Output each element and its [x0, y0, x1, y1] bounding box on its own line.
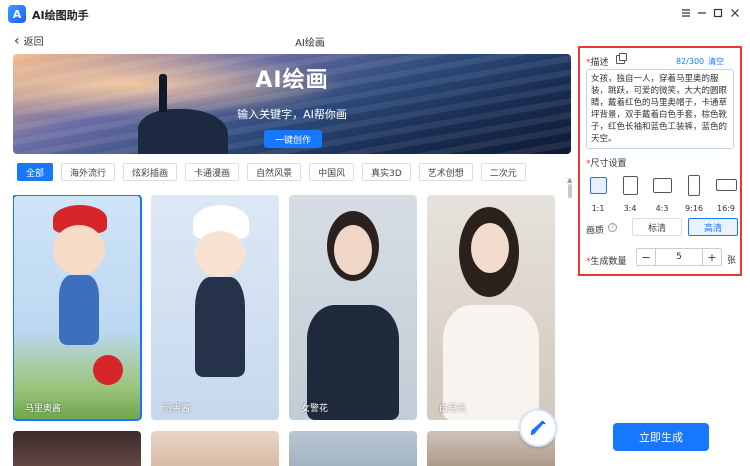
settings-panel: *描述 82/300 清空 女孩，独自一人，穿着马里奥的服装，跳跃，可爱的微笑，…: [578, 46, 742, 276]
size-option-label: 3:4: [623, 204, 637, 213]
app-logo-icon: A: [8, 5, 26, 23]
app-logo-letter: A: [12, 7, 22, 21]
chevron-left-icon: ‹: [14, 32, 20, 49]
ratio-tall-icon: [688, 175, 700, 196]
generate-now-button[interactable]: 立即生成: [613, 423, 709, 451]
ski-suit-shape: [195, 277, 245, 377]
ratio-square-icon: [589, 177, 607, 194]
brush-icon: [531, 420, 546, 435]
tab-colorful-illustration[interactable]: 炫彩插画: [123, 163, 178, 181]
size-option-label: 1:1: [591, 204, 605, 213]
increment-button[interactable]: +: [703, 249, 721, 265]
char-count: 82/300: [676, 57, 705, 66]
face-shape: [53, 225, 105, 275]
quantity-input[interactable]: 5: [655, 249, 703, 265]
paint-brush-floating-button[interactable]: [519, 409, 557, 447]
size-option-3-4[interactable]: 3:4: [616, 173, 644, 213]
category-tabs: 全部 海外流行 炫彩插画 卡通漫画 自然风景 中国风 真实3D 艺术创想 二次元: [17, 163, 526, 183]
gallery-card-7[interactable]: [289, 431, 417, 466]
quantity-stepper: − 5 +: [636, 248, 722, 266]
page-title: AI绘画: [295, 38, 325, 49]
copy-icon[interactable]: [616, 53, 627, 64]
tab-cartoon-comic[interactable]: 卡通漫画: [185, 163, 240, 181]
description-textarea[interactable]: 女孩，独自一人，穿着马里奥的服装，跳跃，可爱的微笑，大大的圆眼睛，戴着红色的马里…: [586, 69, 734, 149]
size-option-label: 16:9: [717, 204, 735, 213]
size-option-16-9[interactable]: 16:9: [712, 173, 740, 213]
description-label: *描述: [586, 55, 609, 68]
size-option-9-16[interactable]: 9:16: [680, 173, 708, 213]
tab-all[interactable]: 全部: [17, 163, 54, 181]
size-label: *尺寸设置: [586, 156, 627, 169]
scroll-up-icon[interactable]: ▲: [567, 176, 572, 184]
close-icon[interactable]: [727, 5, 743, 21]
quality-standard-button[interactable]: 标清: [632, 218, 682, 236]
mini-mario-shape: [93, 355, 123, 385]
help-icon[interactable]: ?: [608, 223, 617, 232]
quality-label: 画质: [586, 226, 605, 236]
minimize-icon[interactable]: [694, 5, 710, 21]
decrement-button[interactable]: −: [637, 249, 655, 265]
size-option-label: 4:3: [655, 204, 669, 213]
card-caption: 女警花: [301, 404, 329, 414]
tab-overseas-popular[interactable]: 海外流行: [61, 163, 116, 181]
banner-title: AI绘画: [255, 68, 329, 93]
app-title: AI绘图助手: [32, 9, 89, 22]
tab-real-3d[interactable]: 真实3D: [362, 163, 411, 181]
size-option-1-1[interactable]: 1:1: [584, 173, 612, 213]
ratio-wide-icon: [715, 179, 737, 191]
card-caption: 滑雪酱: [163, 404, 191, 414]
gallery-card-5[interactable]: [13, 431, 141, 466]
size-options: 1:1 3:4 4:3 9:16 16:9: [584, 173, 740, 213]
back-label: 返回: [23, 37, 44, 48]
face-shape: [195, 231, 245, 277]
size-label-text: 尺寸设置: [590, 159, 627, 169]
quality-hd-button[interactable]: 高清: [688, 218, 738, 236]
count-label-text: 生成数量: [590, 257, 627, 267]
card-caption: 马里奥酱: [25, 404, 62, 414]
gallery-scrollbar[interactable]: ▲: [567, 176, 573, 466]
gallery-card-police-girl[interactable]: 女警花: [289, 195, 417, 420]
title-bar: A AI绘图助手: [0, 0, 750, 28]
tab-chinese-style[interactable]: 中国风: [309, 163, 355, 181]
count-label: *生成数量: [586, 254, 627, 267]
tab-anime[interactable]: 二次元: [480, 163, 526, 181]
face-shape: [471, 223, 509, 273]
description-label-text: 描述: [590, 58, 609, 68]
tab-art-creative[interactable]: 艺术创想: [418, 163, 473, 181]
menu-icon[interactable]: [678, 5, 694, 21]
gallery-card-ski-girl[interactable]: 滑雪酱: [151, 195, 279, 420]
image-gallery: 马里奥酱 滑雪酱 女警花 白月光: [13, 195, 568, 466]
count-unit: 张: [727, 256, 737, 266]
hero-banner: AI绘画 输入关键字，AI帮你画 一键创作: [13, 54, 571, 154]
maximize-icon[interactable]: [710, 5, 726, 21]
clear-button[interactable]: 清空: [708, 56, 724, 67]
ratio-landscape-icon: [652, 178, 672, 193]
size-option-label: 9:16: [685, 204, 703, 213]
banner-subtitle: 输入关键字，AI帮你画: [237, 108, 347, 121]
overalls-shape: [59, 275, 99, 345]
scroll-thumb[interactable]: [568, 184, 572, 198]
face-shape: [334, 225, 372, 275]
tab-natural-scenery[interactable]: 自然风景: [247, 163, 302, 181]
back-button[interactable]: ‹ 返回: [14, 32, 44, 49]
one-click-create-button[interactable]: 一键创作: [264, 130, 322, 148]
ratio-portrait-icon: [622, 176, 638, 195]
gallery-card-mario-girl[interactable]: 马里奥酱: [13, 195, 142, 421]
size-option-4-3[interactable]: 4:3: [648, 173, 676, 213]
gallery-card-6[interactable]: [151, 431, 279, 466]
card-caption: 白月光: [439, 404, 467, 414]
gallery-card-white-moonlight[interactable]: 白月光: [427, 195, 555, 420]
